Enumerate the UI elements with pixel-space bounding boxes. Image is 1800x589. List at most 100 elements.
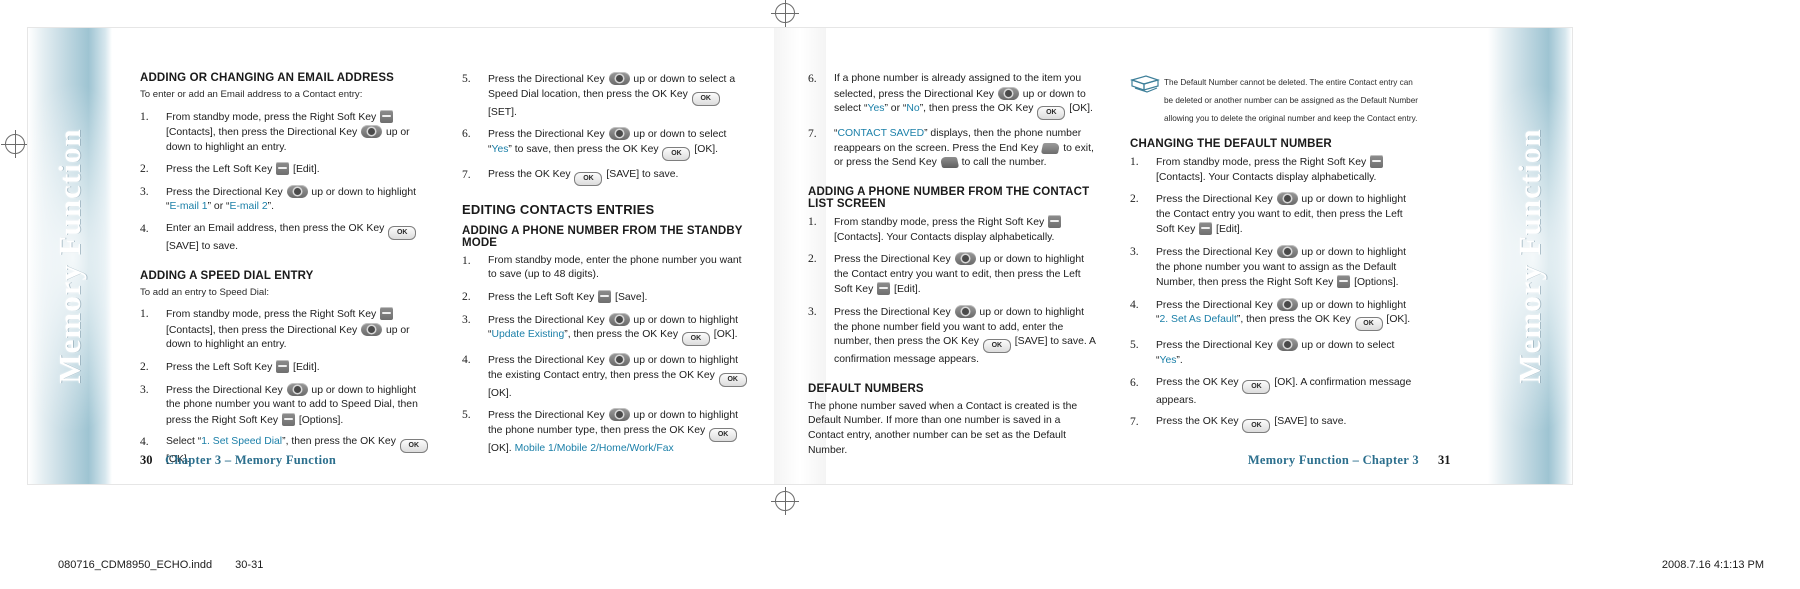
steps-add-number-standby-continued: 6. If a phone number is already assigned … (808, 72, 1098, 171)
ok-key-icon: OK (709, 427, 738, 442)
step-number: 7. (808, 127, 817, 141)
step-number: 6. (1130, 375, 1139, 389)
step-number: 3. (140, 382, 149, 396)
step-number: 2. (808, 252, 817, 266)
steps-speed-dial-continued: 5. Press the Directional Key up or down t… (462, 72, 752, 186)
steps-adding-email: 1. From standby mode, press the Right Sof… (140, 109, 430, 255)
step-item: 7. Press the OK Key OK [SAVE] to save. (1130, 415, 1420, 434)
right-page-column-3: 6. If a phone number is already assigned … (808, 72, 1098, 464)
soft-key-icon (1048, 214, 1062, 228)
directional-key-icon (1276, 192, 1298, 206)
heading-add-number-contact-list: ADDING A PHONE NUMBER FROM THE CONTACT L… (808, 185, 1090, 210)
directional-key-icon (954, 304, 976, 318)
step-number: 6. (808, 72, 817, 85)
soft-key-icon (380, 307, 394, 321)
directional-key-icon (1276, 297, 1298, 311)
step-item: 2. Press the Left Soft Key [Save]. (462, 289, 648, 303)
highlighted-term: 1. Set Speed Dial (201, 436, 283, 448)
status-bar: 080716_CDM8950_ECHO.indd 30-31 2008.7.16… (0, 559, 1800, 579)
soft-key-icon (281, 412, 295, 426)
step-number: 1. (140, 109, 149, 123)
directional-key-icon (608, 127, 630, 141)
step-number: 5. (462, 72, 471, 85)
ok-key-icon: OK (982, 339, 1011, 354)
highlighted-term: CONTACT SAVED (837, 128, 925, 140)
directional-key-icon (286, 382, 308, 396)
step-item: 1. From standby mode, press the Right Sof… (140, 109, 410, 153)
highlighted-term: 2. Set As Default (1159, 314, 1237, 326)
send-key-icon (939, 157, 959, 169)
left-page: Memory Function ADDING OR CHANGING AN EM… (28, 28, 800, 484)
soft-key-icon (276, 162, 290, 176)
directional-key-icon (286, 184, 308, 198)
ok-key-icon: OK (1242, 379, 1271, 394)
step-item: 1. From standby mode, press the Right Sof… (1130, 155, 1420, 185)
soft-key-icon (1370, 155, 1384, 168)
highlighted-term: Update Existing (491, 329, 565, 341)
directional-key-icon (361, 322, 383, 336)
step-item: 5. Press the Directional Key up or down t… (462, 72, 736, 118)
directional-key-icon (1276, 244, 1298, 258)
soft-key-icon (598, 289, 612, 303)
ok-key-icon: OK (1242, 419, 1271, 434)
registration-mark-bottom-icon (771, 487, 799, 515)
step-item: 2. Press the Left Soft Key [Edit]. (140, 359, 320, 373)
status-page-range: 30-31 (235, 559, 264, 571)
right-page-folio: Memory Function – Chapter 3 31 (1248, 453, 1460, 468)
step-number: 7. (1130, 415, 1139, 429)
step-number: 6. (462, 127, 471, 141)
step-item: 5. Press the Directional Key up or down t… (462, 408, 738, 454)
step-number: 2. (462, 289, 471, 303)
step-item: 1. From standby mode, press the Right Sof… (808, 214, 1098, 245)
step-number: 1. (1130, 155, 1139, 168)
soft-key-icon (276, 359, 290, 373)
step-number: 4. (140, 222, 149, 236)
ok-key-icon: OK (1037, 106, 1066, 121)
step-number: 1. (140, 307, 149, 321)
right-page: Memory Function 6. If a phone number is a… (800, 28, 1572, 484)
left-page-number: 30 (140, 453, 153, 467)
soft-key-icon (1199, 222, 1213, 236)
step-number: 3. (1130, 244, 1139, 258)
soft-key-icon (1337, 275, 1351, 289)
heading-adding-email: ADDING OR CHANGING AN EMAIL ADDRESS (140, 72, 394, 84)
steps-changing-default-number: 1. From standby mode, press the Right Sof… (1130, 155, 1420, 434)
step-item: 3. Press the Directional Key up or down t… (140, 382, 418, 426)
step-item: 4. Enter an Email address, then press the… (140, 222, 430, 255)
ok-key-icon: OK (718, 372, 747, 387)
ok-key-icon: OK (691, 91, 720, 106)
left-page-chapter-label: Chapter 3 – Memory Function (165, 453, 337, 467)
print-preview-canvas: Memory Function ADDING OR CHANGING AN EM… (0, 0, 1800, 589)
directional-key-icon (361, 125, 383, 139)
directional-key-icon (608, 312, 630, 326)
directional-key-icon (608, 353, 630, 367)
step-number: 7. (462, 167, 471, 181)
soft-key-icon (380, 109, 394, 123)
note-text: The Default Number cannot be deleted. Th… (1164, 78, 1418, 123)
body-default-numbers: The phone number saved when a Contact is… (808, 400, 1078, 456)
right-page-column-4: The Default Number cannot be deleted. Th… (1129, 72, 1420, 440)
ok-key-icon: OK (662, 146, 691, 161)
step-number: 3. (808, 304, 817, 318)
left-page-column-2: 5. Press the Directional Key up or down t… (462, 72, 752, 464)
step-item: 2. Press the Directional Key up or down t… (808, 252, 1084, 296)
heading-changing-default-number: CHANGING THE DEFAULT NUMBER (1130, 138, 1332, 150)
ok-key-icon: OK (681, 332, 710, 347)
step-number: 4. (462, 353, 471, 367)
directional-key-icon (997, 86, 1019, 100)
heading-add-number-standby: ADDING A PHONE NUMBER FROM THE STANDBY M… (462, 224, 743, 249)
ok-key-icon: OK (399, 439, 428, 454)
step-item: 2. Press the Left Soft Key [Edit]. (140, 162, 320, 176)
directional-key-icon (954, 252, 976, 266)
highlighted-term: E-mail 1 (169, 201, 208, 213)
heading-default-numbers: DEFAULT NUMBERS (808, 382, 924, 395)
step-number: 1. (462, 253, 471, 267)
step-item: 5. Press the Directional Key up or down t… (1130, 338, 1395, 366)
steps-speed-dial: 1. From standby mode, press the Right Sof… (140, 307, 430, 468)
step-item: 3. Press the Directional Key up or down t… (1130, 244, 1406, 289)
soft-key-icon (877, 282, 891, 296)
highlighted-term: Mobile 1/Mobile 2/Home/Work/Fax (514, 442, 674, 454)
right-page-chapter-label: Memory Function – Chapter 3 (1247, 453, 1419, 467)
step-item: 6. Press the Directional Key up or down t… (462, 127, 752, 161)
ok-key-icon: OK (388, 226, 417, 241)
